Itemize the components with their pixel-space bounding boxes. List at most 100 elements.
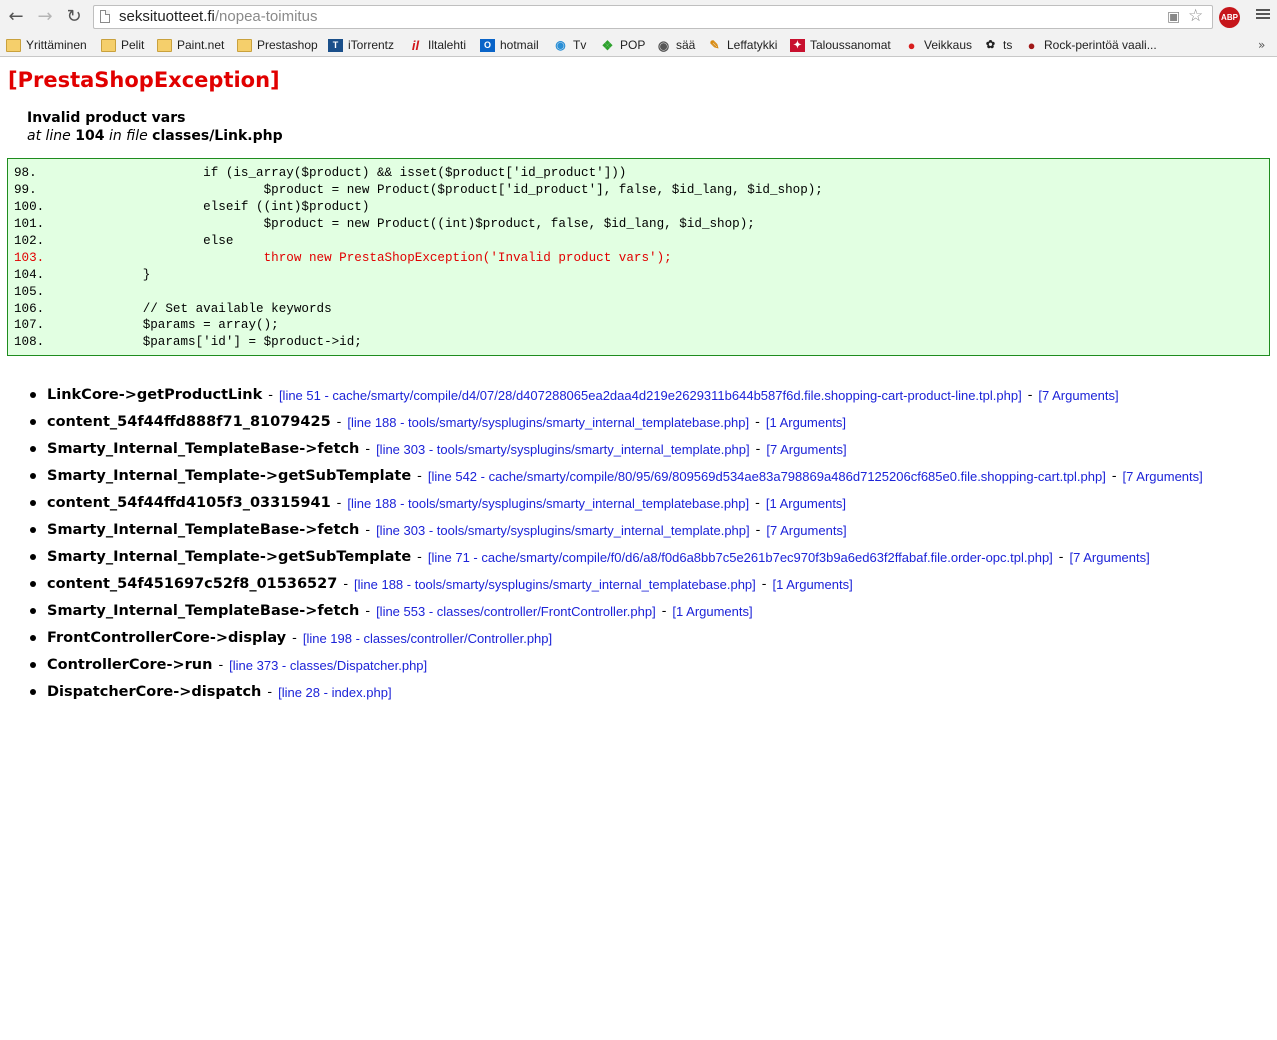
trace-location-link[interactable]: [line 188 - tools/smarty/sysplugins/smar… xyxy=(354,577,756,592)
trace-location-link[interactable]: [line 188 - tools/smarty/sysplugins/smar… xyxy=(347,415,749,430)
trace-arguments-link[interactable]: [1 Arguments] xyxy=(766,496,846,511)
code-line: 106. // Set available keywords xyxy=(14,301,1269,318)
line-number: 99. xyxy=(14,182,37,197)
taloussanomat-icon: ✦ xyxy=(790,38,805,52)
separator: - xyxy=(268,387,273,403)
bookmark-item[interactable]: ✿ ts xyxy=(983,37,1012,53)
trace-arguments-link[interactable]: [7 Arguments] xyxy=(766,442,846,457)
separator: - xyxy=(1111,468,1117,484)
trace-arguments-link[interactable]: [7 Arguments] xyxy=(766,523,846,538)
trace-item: DispatcherCore->dispatch - [line 28 - inde… xyxy=(30,681,392,703)
trace-location-link[interactable]: [line 303 - tools/smarty/sysplugins/smar… xyxy=(376,523,750,538)
separator: - xyxy=(755,414,760,430)
bookmark-item[interactable]: ✦ Taloussanomat xyxy=(790,37,891,53)
code-text: throw new PrestaShopException('Invalid p… xyxy=(52,250,672,265)
reload-icon[interactable]: ↻ xyxy=(63,6,85,28)
separator: - xyxy=(755,441,761,457)
forward-arrow-icon[interactable]: → xyxy=(34,6,56,28)
bullet-icon xyxy=(30,689,36,695)
bookmark-label: Paint.net xyxy=(177,38,225,52)
bookmark-label: Leffatykki xyxy=(727,38,778,52)
trace-location-link[interactable]: [line 553 - classes/controller/FrontCont… xyxy=(376,604,656,619)
bookmark-label: Pelit xyxy=(121,38,145,52)
trace-location-link[interactable]: [line 188 - tools/smarty/sysplugins/smar… xyxy=(347,496,749,511)
code-line: 102. else xyxy=(14,233,1269,250)
url-text[interactable]: seksituotteet.fi/nopea-toimitus xyxy=(119,8,317,25)
bookmark-star-icon[interactable]: ☆ xyxy=(1188,6,1203,26)
bookmark-item[interactable]: Yrittäminen xyxy=(6,37,87,53)
bookmark-item[interactable]: Ohotmail xyxy=(480,37,539,53)
trace-function: ControllerCore->run xyxy=(47,657,213,673)
torrentz-icon: T xyxy=(328,38,343,52)
code-text: } xyxy=(52,267,151,282)
adblock-icon[interactable]: ABP xyxy=(1219,7,1240,28)
trace-arguments-link[interactable]: [7 Arguments] xyxy=(1038,388,1118,403)
pop-icon: ❖ xyxy=(601,37,614,53)
separator: - xyxy=(417,549,422,565)
trace-arguments-link[interactable]: [7 Arguments] xyxy=(1070,550,1150,565)
menu-icon[interactable] xyxy=(1256,7,1270,21)
line-number: 103. xyxy=(14,250,45,265)
bookmark-label: POP xyxy=(620,38,646,52)
bookmark-item[interactable]: ◉ Tv xyxy=(553,37,586,53)
folder-icon xyxy=(237,38,252,52)
trace-item: content_54f451697c52f8_01536527- [line 18… xyxy=(30,573,853,595)
bookmark-item[interactable]: Pelit xyxy=(101,37,144,53)
code-text: elseif ((int)$product) xyxy=(52,199,370,214)
back-arrow-icon[interactable]: ← xyxy=(5,6,27,28)
trace-item: Smarty_Internal_TemplateBase->fetch - [lin… xyxy=(30,438,847,460)
line-number: 105. xyxy=(14,284,45,299)
trace-arguments-link[interactable]: [1 Arguments] xyxy=(672,604,752,619)
bookmark-item[interactable]: ● Veikkaus xyxy=(904,37,972,53)
trace-location-link[interactable]: [line 28 - index.php] xyxy=(278,685,391,700)
trace-location-link[interactable]: [line 542 - cache/smarty/compile/80/95/6… xyxy=(428,469,1106,484)
bullet-icon xyxy=(30,392,36,398)
trace-arguments-link[interactable]: [1 Arguments] xyxy=(766,415,846,430)
code-excerpt: 98. if (is_array($product) && isset($pro… xyxy=(7,158,1270,356)
bookmark-item[interactable]: il Iltalehti xyxy=(408,37,466,53)
bullet-icon xyxy=(30,635,36,641)
bullet-icon xyxy=(30,500,36,506)
bookmark-label: Iltalehti xyxy=(428,38,467,52)
bookmark-item[interactable]: TiTorrentz xyxy=(328,37,394,53)
exception-message: Invalid product vars xyxy=(27,110,186,126)
bookmark-item[interactable]: ◉ sää xyxy=(656,37,696,53)
separator: - xyxy=(365,603,371,619)
bullet-icon xyxy=(30,446,36,452)
trace-location-link[interactable]: [line 51 - cache/smarty/compile/d4/07/28… xyxy=(279,388,1022,403)
trace-location-link[interactable]: [line 198 - classes/controller/Controlle… xyxy=(303,631,552,646)
ts-icon: ✿ xyxy=(985,38,996,51)
trace-location-link[interactable]: [line 71 - cache/smarty/compile/f0/d6/a8… xyxy=(428,550,1053,565)
bookmark-item[interactable]: Prestashop xyxy=(237,37,318,53)
bookmarks-overflow-icon[interactable]: » xyxy=(1258,38,1265,52)
url-domain: seksituotteet.fi xyxy=(119,8,215,25)
leffatykki-icon: ✎ xyxy=(709,37,720,52)
separator: - xyxy=(761,576,767,592)
trace-location-link[interactable]: [line 373 - classes/Dispatcher.php] xyxy=(229,658,427,673)
trace-function: Smarty_Internal_TemplateBase->fetch xyxy=(47,522,360,538)
code-text: $product = new Product($product['id_prod… xyxy=(52,182,823,197)
bookmark-item[interactable]: Paint.net xyxy=(157,37,224,53)
bookmark-item[interactable]: ✎ Leffatykki xyxy=(707,37,777,53)
bullet-icon xyxy=(30,608,36,614)
address-bar[interactable]: seksituotteet.fi/nopea-toimitus ▣ ☆ xyxy=(93,5,1213,29)
code-text: $params['id'] = $product->id; xyxy=(52,335,362,350)
trace-arguments-link[interactable]: [7 Arguments] xyxy=(1123,469,1203,484)
line-number: 106. xyxy=(14,301,45,316)
trace-function: content_54f44ffd888f71_81079425 xyxy=(47,414,331,430)
trace-arguments-link[interactable]: [1 Arguments] xyxy=(772,577,852,592)
trace-item: Smarty_Internal_Template->getSubTemplate… xyxy=(30,546,1150,568)
bullet-icon xyxy=(30,527,36,533)
translate-icon[interactable]: ▣ xyxy=(1167,9,1180,25)
bookmark-item[interactable]: ● Rock-perintöä vaali... xyxy=(1024,37,1157,53)
trace-location-link[interactable]: [line 303 - tools/smarty/sysplugins/smar… xyxy=(376,442,750,457)
code-line: 107. $params = array(); xyxy=(14,317,1269,334)
separator: - xyxy=(365,522,371,538)
code-line: 104. } xyxy=(14,267,1269,284)
trace-item: FrontControllerCore->display - [line 198 -… xyxy=(30,627,552,649)
bookmark-item[interactable]: ❖ POP xyxy=(600,37,646,53)
iltalehti-icon: il xyxy=(411,37,420,53)
code-line: 98. if (is_array($product) && isset($pro… xyxy=(14,165,1269,182)
separator: - xyxy=(218,657,224,673)
trace-item: LinkCore->getProductLink - [line 51 - cach… xyxy=(30,384,1119,406)
